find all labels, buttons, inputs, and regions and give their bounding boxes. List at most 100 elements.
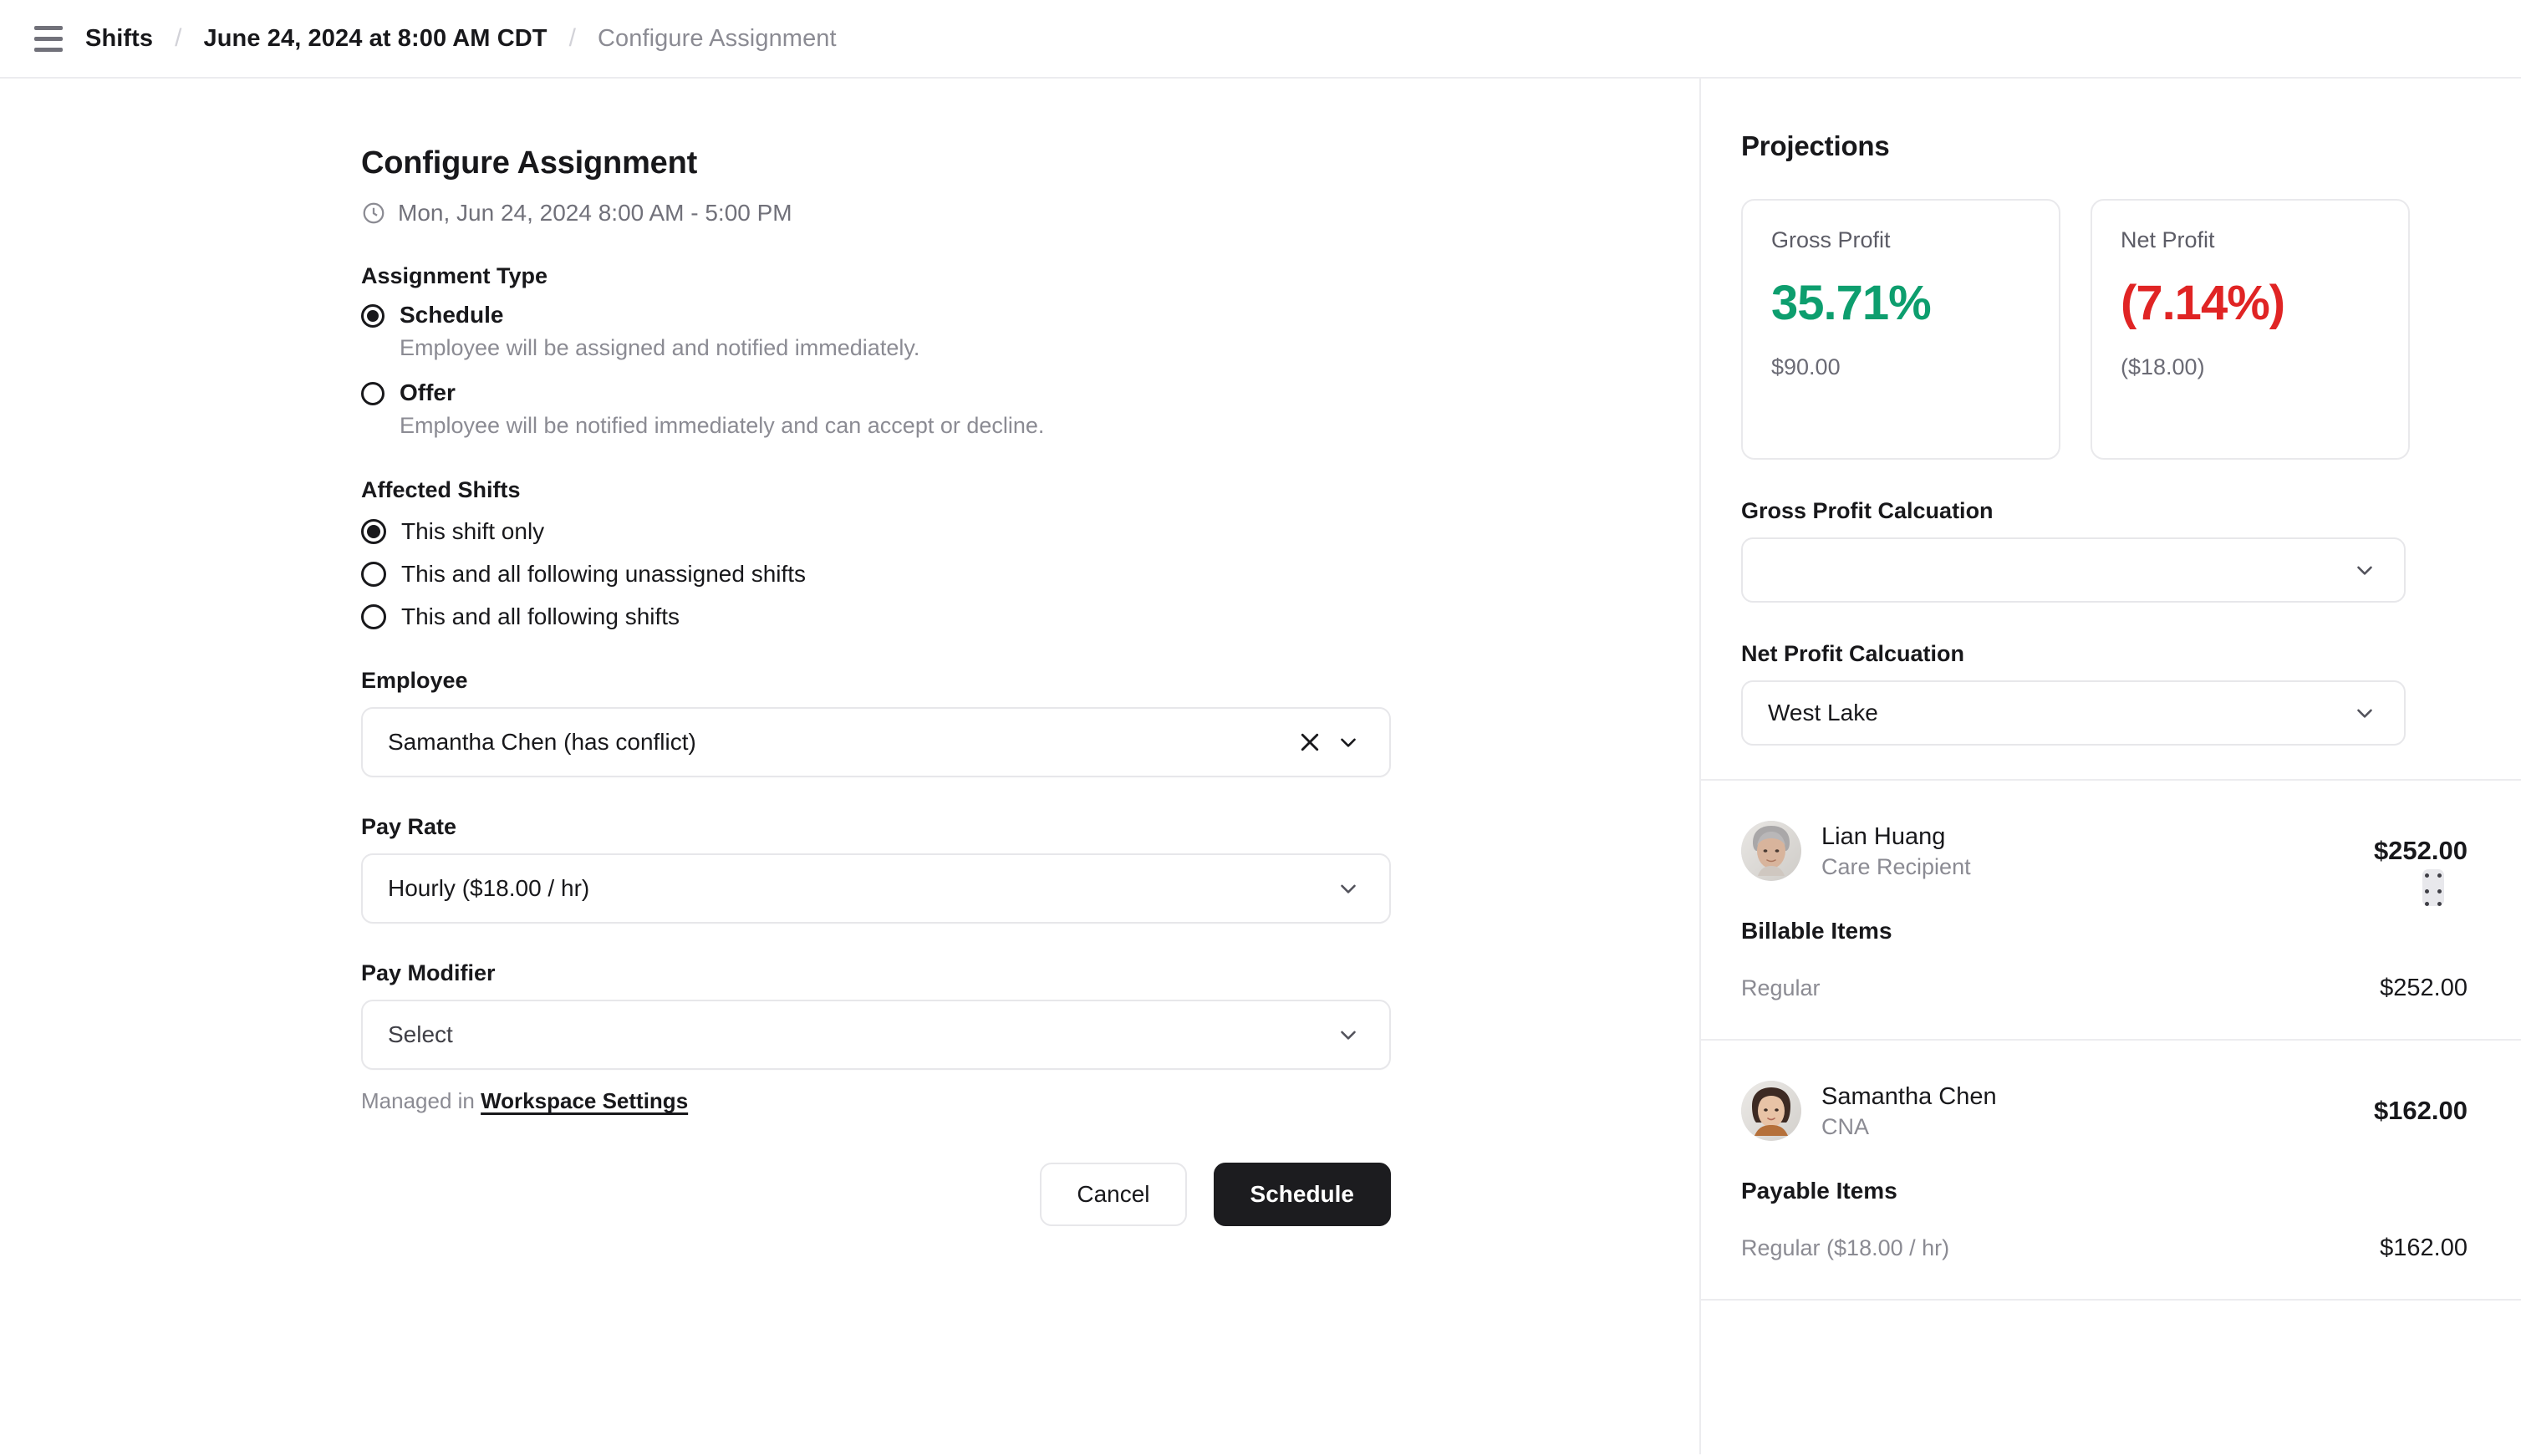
managed-in-note: Managed in Workspace Settings [361,1088,1045,1114]
configure-assignment-pane: Configure Assignment Mon, Jun 24, 2024 8… [0,79,1701,1454]
chevron-down-icon [1341,884,1356,893]
net-profit-amount: ($18.00) [2121,354,2205,379]
party-name: Samantha Chen [1821,1082,1997,1110]
employee-field: Employee Samantha Chen (has conflict) [361,668,1391,778]
top-bar: Shifts / June 24, 2024 at 8:00 AM CDT / … [0,0,2521,79]
pay-rate-field: Pay Rate Hourly ($18.00 / hr) [361,814,1391,924]
gross-profit-calc-select[interactable] [1741,537,2406,603]
breadcrumb-item-date[interactable]: June 24, 2024 at 8:00 AM CDT [204,25,547,53]
party-total: $252.00 [2373,836,2468,865]
form-actions: Cancel Schedule [361,1163,1391,1227]
workspace-settings-link[interactable]: Workspace Settings [481,1088,688,1113]
net-profit-value: (7.14%) [2121,276,2285,330]
net-profit-calc-select[interactable]: West Lake [1741,680,2406,746]
party-header: Samantha Chen CNA $162.00 [1741,1081,2468,1141]
projection-stat-cards: Gross Profit 35.71% $90.00 Net Profit (7… [1741,199,2468,460]
x-icon [1301,734,1319,751]
panel-resize-grip[interactable] [2422,869,2444,906]
managed-in-prefix: Managed in [361,1088,481,1114]
employee-clear-button[interactable] [1291,723,1329,761]
employee-dropdown-button[interactable] [1329,723,1367,761]
breadcrumb-item-current: Configure Assignment [597,24,837,52]
party-role: CNA [1821,1114,1870,1140]
radio-following-unassigned-label: This and all following unassigned shifts [401,561,807,588]
projections-section: Projections Gross Profit 35.71% $90.00 N… [1701,79,2521,781]
list-item: Regular $252.00 [1741,975,2468,1002]
pay-rate-select[interactable]: Hourly ($18.00 / hr) [361,853,1391,924]
assignment-type-label: Assignment Type [361,263,548,288]
shift-time-text: Mon, Jun 24, 2024 8:00 AM - 5:00 PM [398,200,792,226]
list-item: Regular ($18.00 / hr) $162.00 [1741,1235,2468,1262]
gross-profit-amount: $90.00 [1771,354,1841,379]
radio-following-unassigned[interactable] [361,561,386,587]
projections-title: Projections [1741,130,1890,161]
radio-offer-label: Offer [400,379,456,406]
breadcrumb-separator: / [175,24,182,52]
gross-profit-card: Gross Profit 35.71% $90.00 [1741,199,2060,460]
radio-following-all[interactable] [361,603,386,629]
radio-schedule-label: Schedule [400,302,504,328]
assignment-form: Configure Assignment Mon, Jun 24, 2024 8… [0,79,1391,1227]
radio-schedule-desc: Employee will be assigned and notified i… [400,335,920,360]
pay-modifier-dropdown-button[interactable] [1329,1016,1367,1054]
chevron-down-icon [2357,566,2372,575]
chevron-down-icon [1341,738,1356,747]
affected-shifts-option-following-unassigned[interactable]: This and all following unassigned shifts [361,559,1045,588]
payable-party-block: Samantha Chen CNA $162.00 Payable Items … [1701,1041,2521,1301]
pay-modifier-label: Pay Modifier [361,960,496,986]
employee-select[interactable]: Samantha Chen (has conflict) [361,707,1391,778]
avatar-image [1741,821,1801,881]
radio-offer[interactable] [361,382,385,406]
party-role: Care Recipient [1821,854,1971,880]
pay-rate-label: Pay Rate [361,814,457,840]
avatar-lian-huang [1741,821,1801,881]
assignment-type-option-schedule[interactable]: Schedule Employee will be assigned and n… [361,300,1045,363]
avatar-image [1741,1081,1801,1141]
party-total: $162.00 [2373,1096,2468,1125]
assignment-type-group: Assignment Type Schedule Employee will b… [361,263,1045,440]
page-title: Configure Assignment [361,145,698,181]
radio-following-all-label: This and all following shifts [401,603,680,630]
radio-this-shift-only-label: This shift only [401,518,545,545]
cancel-button[interactable]: Cancel [1040,1163,1187,1227]
schedule-button[interactable]: Schedule [1213,1163,1391,1227]
item-name: Regular ($18.00 / hr) [1741,1235,1950,1260]
payable-items-title: Payable Items [1741,1178,1897,1204]
net-profit-card: Net Profit (7.14%) ($18.00) [2091,199,2410,460]
pay-rate-value: Hourly ($18.00 / hr) [388,875,590,902]
breadcrumb-item-shifts[interactable]: Shifts [85,25,153,53]
gross-profit-calc-dropdown-button[interactable] [2345,551,2384,589]
shift-time-row: Mon, Jun 24, 2024 8:00 AM - 5:00 PM [361,200,1045,227]
radio-offer-desc: Employee will be notified immediately an… [400,413,1045,439]
gross-profit-label: Gross Profit [1771,227,1891,252]
assignment-type-option-offer[interactable]: Offer Employee will be notified immediat… [361,378,1045,440]
hamburger-icon[interactable] [30,20,67,57]
radio-schedule[interactable] [361,304,385,328]
item-name: Regular [1741,975,1821,1000]
breadcrumb: Shifts / June 24, 2024 at 8:00 AM CDT / … [85,24,837,53]
employee-value: Samantha Chen (has conflict) [388,729,696,756]
item-amount: $162.00 [2380,1235,2468,1261]
projections-pane: Projections Gross Profit 35.71% $90.00 N… [1701,79,2521,1454]
employee-label: Employee [361,668,468,694]
net-profit-calc-dropdown-button[interactable] [2345,694,2384,732]
avatar-samantha-chen [1741,1081,1801,1141]
pay-modifier-field: Pay Modifier Select Managed in Workspace… [361,960,1391,1114]
net-profit-label: Net Profit [2121,227,2215,252]
pay-rate-dropdown-button[interactable] [1329,869,1367,908]
affected-shifts-option-this-only[interactable]: This shift only [361,517,1045,546]
breadcrumb-separator: / [568,24,576,52]
pay-modifier-select[interactable]: Select [361,1000,1391,1071]
party-name: Lian Huang [1821,822,1946,850]
radio-this-shift-only[interactable] [361,518,386,544]
affected-shifts-option-following-all[interactable]: This and all following shifts [361,602,1045,631]
page-body: Configure Assignment Mon, Jun 24, 2024 8… [0,79,2521,1454]
net-profit-calc-value: West Lake [1768,700,1878,725]
chevron-down-icon [1341,1031,1356,1040]
affected-shifts-label: Affected Shifts [361,477,521,503]
chevron-down-icon [2357,709,2372,718]
party-header: Lian Huang Care Recipient $252.00 [1741,821,2468,881]
affected-shifts-group: Affected Shifts This shift only This and… [361,477,1045,631]
item-amount: $252.00 [2380,975,2468,1001]
gross-profit-value: 35.71% [1771,276,1932,330]
